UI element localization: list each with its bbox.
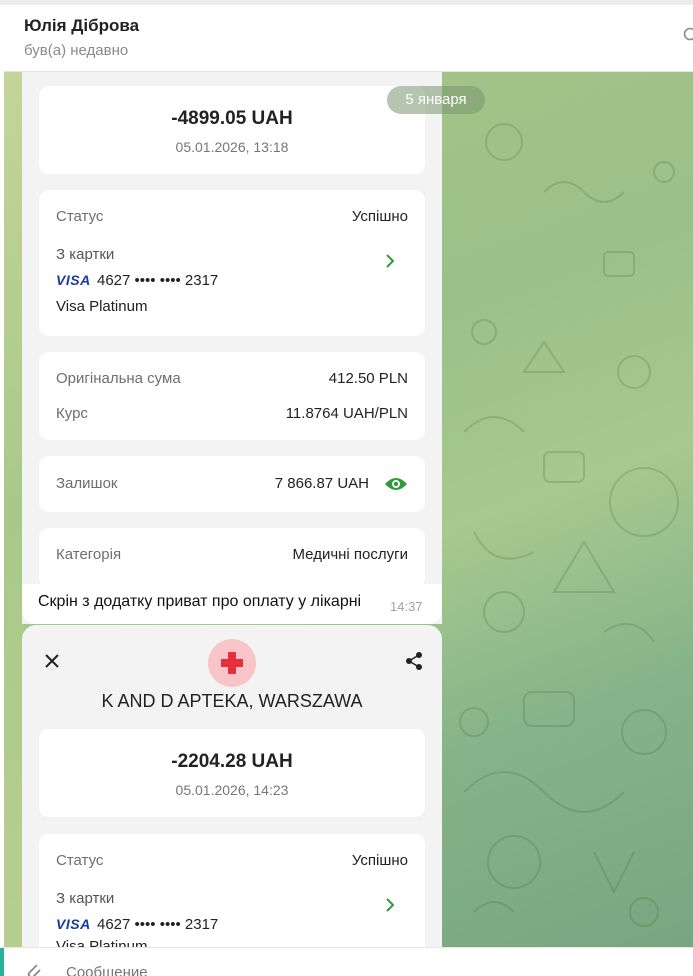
status-card: Статус Успішно З картки VISA 4627 •••• •… bbox=[39, 834, 425, 947]
composer-accent-bar bbox=[0, 948, 4, 976]
chat-area[interactable]: -4899.05 UAH 05.01.2026, 13:18 Статус Ус… bbox=[4, 72, 693, 947]
original-sum-value: 412.50 PLN bbox=[328, 370, 408, 387]
balance-value: 7 866.87 UAH bbox=[274, 475, 369, 492]
close-icon[interactable] bbox=[44, 653, 60, 669]
chevron-right-icon[interactable] bbox=[385, 898, 395, 912]
message-composer bbox=[0, 947, 693, 976]
attach-icon[interactable] bbox=[22, 960, 44, 976]
status-label: Статус bbox=[56, 208, 104, 225]
message-input[interactable] bbox=[66, 964, 466, 976]
rate-label: Курс bbox=[56, 405, 88, 422]
merchant-name: K AND D APTEKA, WARSZAWA bbox=[101, 691, 363, 711]
chevron-right-icon[interactable] bbox=[385, 254, 395, 268]
message-caption: Скрін з додатку приват про оплату у ліка… bbox=[38, 593, 362, 610]
category-card: Категорія Медичні послуги bbox=[39, 528, 425, 588]
message-bubble-transaction-1[interactable]: -4899.05 UAH 05.01.2026, 13:18 Статус Ус… bbox=[22, 72, 442, 624]
medical-cross-icon bbox=[208, 639, 256, 687]
category-label: Категорія bbox=[56, 546, 122, 563]
status-value: Успішно bbox=[351, 208, 408, 225]
rate-value: 11.8764 UAH/PLN bbox=[285, 405, 408, 422]
contact-status: був(а) недавно bbox=[24, 42, 129, 59]
category-value: Медичні послуги bbox=[292, 546, 408, 563]
contact-name[interactable]: Юлія Діброва bbox=[24, 16, 139, 36]
visa-logo: VISA bbox=[56, 272, 91, 288]
transaction-amount: -2204.28 UAH bbox=[171, 751, 293, 772]
chat-header[interactable]: Юлія Діброва був(а) недавно bbox=[4, 5, 693, 72]
visa-logo: VISA bbox=[56, 916, 91, 932]
original-sum-label: Оригінальна сума bbox=[56, 370, 181, 387]
currency-card: Оригінальна сума 412.50 PLN Курс 11.8764… bbox=[39, 352, 425, 440]
status-card: Статус Успішно З картки VISA 4627 •••• •… bbox=[39, 190, 425, 336]
transaction-amount: -4899.05 UAH bbox=[171, 108, 293, 129]
amount-card: -2204.28 UAH 05.01.2026, 14:23 bbox=[39, 729, 425, 817]
card-label: З картки bbox=[56, 246, 115, 263]
transaction-datetime: 05.01.2026, 13:18 bbox=[175, 139, 289, 155]
amount-card: -4899.05 UAH 05.01.2026, 13:18 bbox=[39, 86, 425, 174]
card-number: 4627 •••• •••• 2317 bbox=[97, 916, 219, 933]
message-bubble-transaction-2[interactable]: K AND D APTEKA, WARSZAWA -2204.28 UAH 05… bbox=[22, 625, 442, 947]
status-label: Статус bbox=[56, 852, 104, 869]
share-icon[interactable] bbox=[404, 651, 424, 671]
card-type: Visa Platinum bbox=[56, 298, 148, 315]
transaction-datetime: 05.01.2026, 14:23 bbox=[175, 782, 289, 798]
search-icon[interactable] bbox=[683, 27, 693, 43]
date-pill: 5 января bbox=[387, 86, 485, 114]
message-time: 14:37 bbox=[390, 599, 423, 614]
card-type: Visa Platinum bbox=[56, 938, 148, 947]
balance-label: Залишок bbox=[56, 475, 118, 492]
card-label: З картки bbox=[56, 890, 115, 907]
card-number: 4627 •••• •••• 2317 bbox=[97, 272, 219, 289]
status-value: Успішно bbox=[351, 852, 408, 869]
eye-icon[interactable] bbox=[384, 476, 408, 492]
balance-card: Залишок 7 866.87 UAH bbox=[39, 456, 425, 512]
